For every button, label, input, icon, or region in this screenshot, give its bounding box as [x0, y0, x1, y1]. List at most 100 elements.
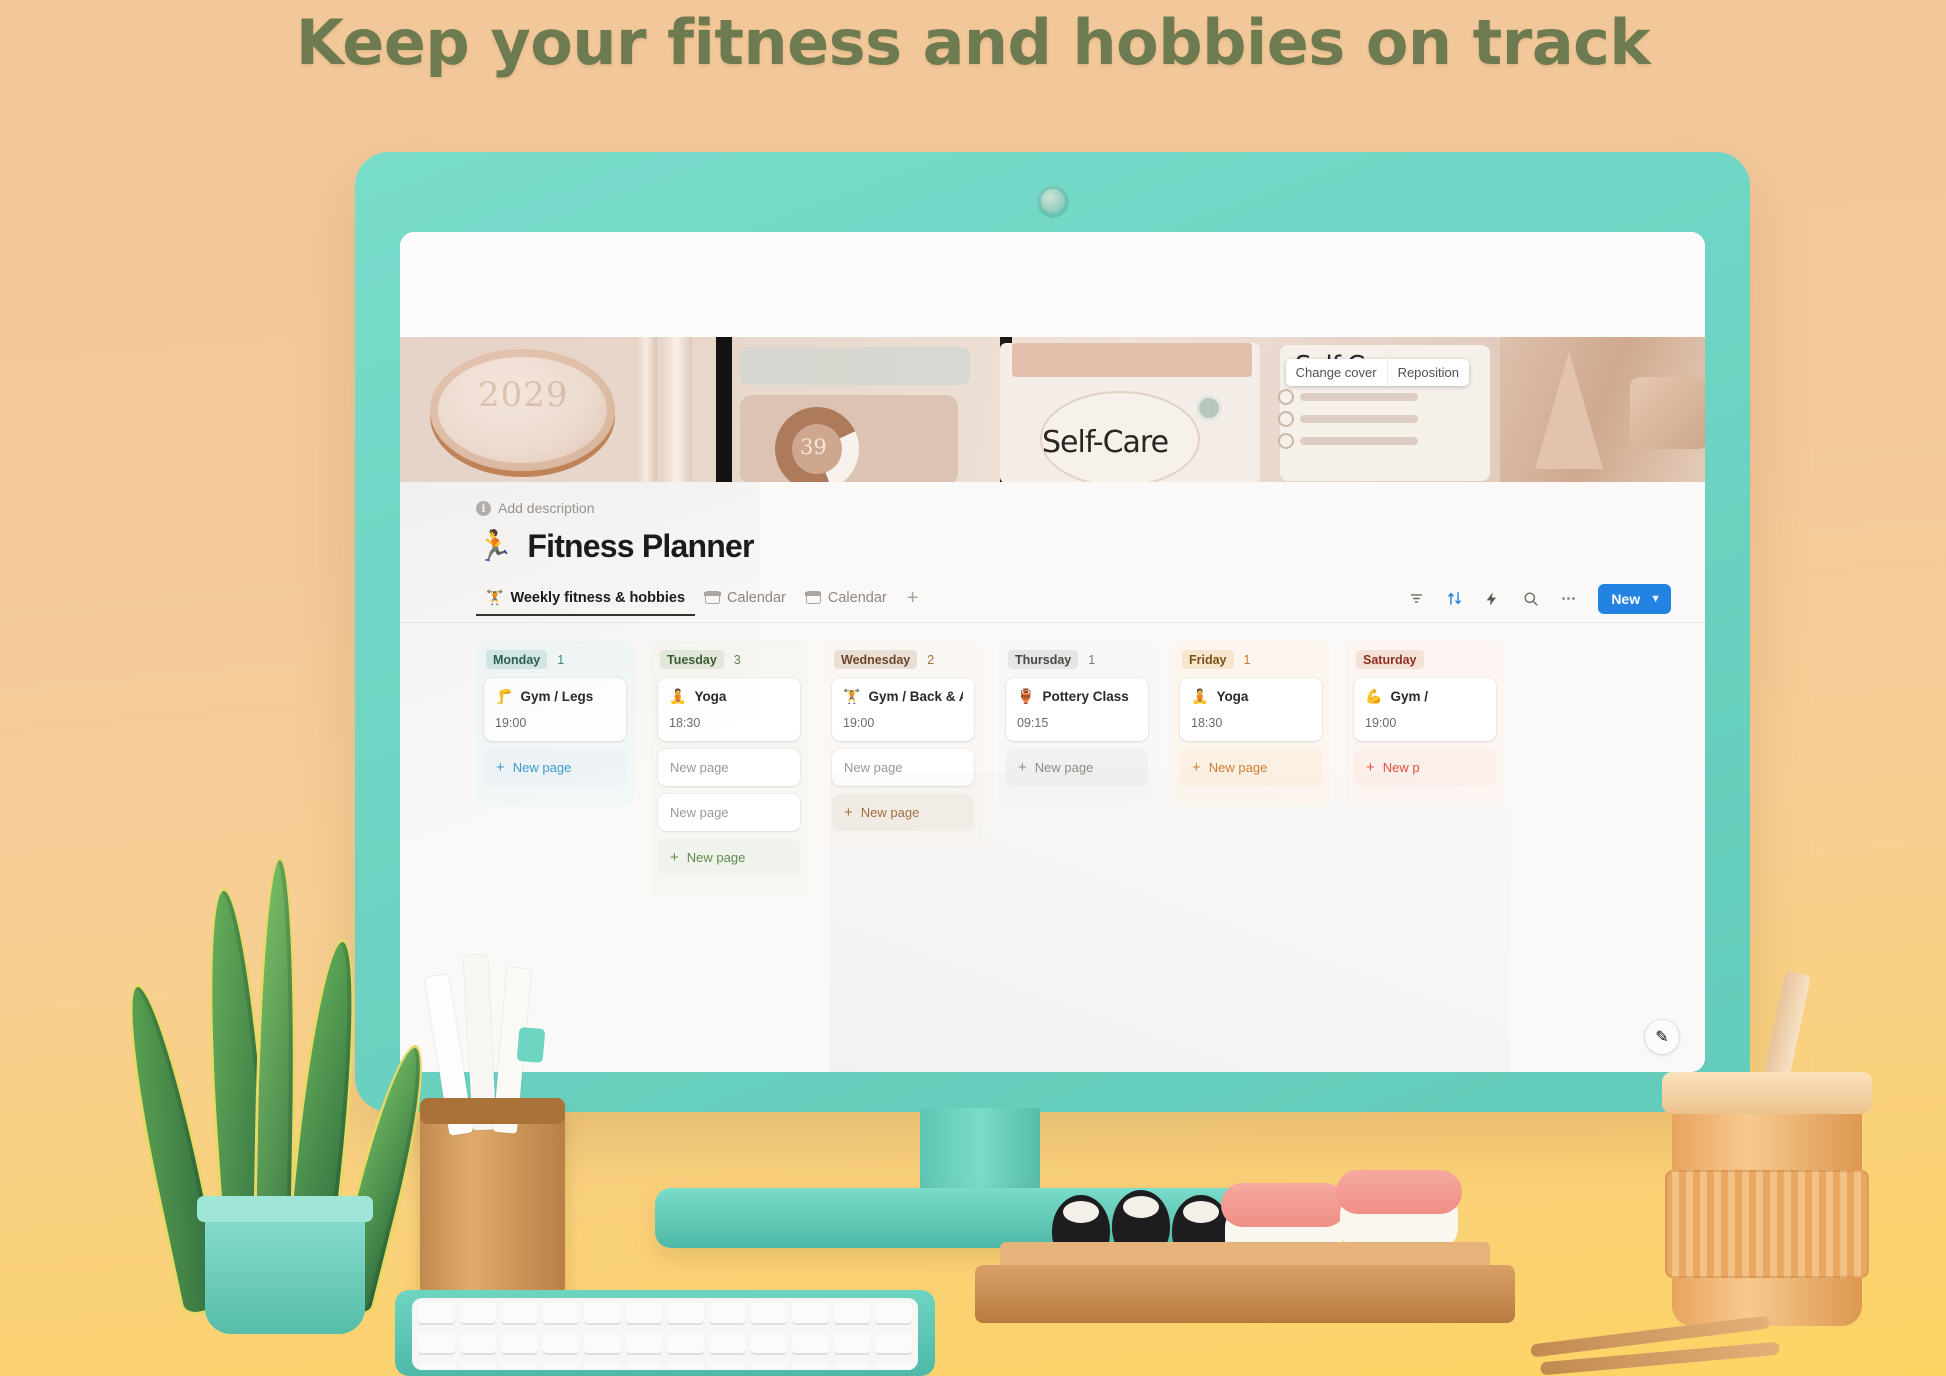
- page-headline: Keep your fitness and hobbies on track: [295, 6, 1651, 79]
- add-description-row[interactable]: i Add description: [476, 500, 1705, 516]
- card-time: 09:15: [1017, 716, 1049, 730]
- more-options-icon[interactable]: [1558, 589, 1578, 609]
- card-title-text: Gym / Back & Abs: [868, 689, 963, 704]
- new-page-button[interactable]: + New page: [1006, 749, 1148, 786]
- page-body: i Add description 🏃 Fitness Planner 🏋️ W…: [400, 482, 1705, 1072]
- plus-icon: +: [670, 849, 679, 866]
- column-header[interactable]: Thursday 1: [1006, 650, 1148, 669]
- lightning-icon[interactable]: [1482, 589, 1502, 609]
- app-top-chrome: [400, 232, 1705, 337]
- nigiri-salmon: [1336, 1170, 1462, 1214]
- add-view-button[interactable]: +: [897, 587, 929, 618]
- keyboard-keys: [412, 1298, 918, 1370]
- board-card[interactable]: 🏋️ Gym / Back & Abs 19:00: [832, 678, 974, 741]
- new-page-button[interactable]: + New page: [1180, 749, 1322, 786]
- board-card[interactable]: 💪 Gym / 19:00: [1354, 678, 1496, 741]
- column-header[interactable]: Friday 1: [1180, 650, 1322, 669]
- pencil-cup: [420, 1105, 565, 1300]
- plus-icon: +: [844, 804, 853, 821]
- board-card[interactable]: 🏺 Pottery Class 09:15: [1006, 678, 1148, 741]
- tab-calendar-2[interactable]: Calendar: [796, 590, 897, 616]
- cover-artwork: 2029 39 Self-Care Self-Care: [400, 337, 1705, 482]
- cover-art-lid-text: 2029: [478, 375, 569, 415]
- card-title: 🧘 Yoga: [669, 688, 789, 705]
- kanban-column-wednesday: Wednesday 2 🏋️ Gym / Back & Abs 19:00 New pag…: [824, 641, 982, 851]
- day-chip: Friday: [1182, 650, 1234, 669]
- kanban-column-monday: Monday 1 🦵 Gym / Legs 19:00 + New page: [476, 641, 634, 806]
- empty-page-card[interactable]: New page: [658, 749, 800, 786]
- board-card[interactable]: 🧘 Yoga 18:30: [658, 678, 800, 741]
- reposition-button[interactable]: Reposition: [1386, 359, 1469, 386]
- monitor-frame: 2029 39 Self-Care Self-Care: [355, 152, 1750, 1112]
- board-card[interactable]: 🧘 Yoga 18:30: [1180, 678, 1322, 741]
- running-person-icon[interactable]: 🏃: [476, 529, 513, 564]
- new-page-label: New page: [512, 760, 572, 775]
- new-page-button[interactable]: + New page: [832, 794, 974, 831]
- page-title-text[interactable]: Fitness Planner: [527, 528, 754, 565]
- card-time: 19:00: [495, 716, 527, 730]
- page-cover[interactable]: 2029 39 Self-Care Self-Care: [400, 337, 1705, 482]
- new-page-button[interactable]: + New page: [658, 839, 800, 876]
- day-chip: Wednesday: [834, 650, 918, 669]
- column-header[interactable]: Wednesday 2: [832, 650, 974, 669]
- plus-icon: +: [1018, 759, 1027, 776]
- empty-page-label: New page: [844, 760, 903, 775]
- help-assistant-icon[interactable]: ✎: [1645, 1020, 1679, 1054]
- plus-icon: +: [1192, 759, 1201, 776]
- kanban-column-tuesday: Tuesday 3 🧘 Yoga 18:30 New page New page + New p…: [650, 641, 808, 896]
- day-chip: Saturday: [1356, 650, 1424, 669]
- new-page-label: New page: [1034, 760, 1094, 775]
- change-cover-button[interactable]: Change cover: [1286, 359, 1387, 386]
- card-time: 19:00: [1365, 716, 1397, 730]
- new-page-button[interactable]: + New p: [1354, 749, 1496, 786]
- new-page-button[interactable]: + New page: [484, 749, 626, 786]
- add-description-label: Add description: [498, 500, 595, 516]
- tab-label: Calendar: [727, 589, 786, 606]
- chevron-down-icon[interactable]: ▼: [1650, 593, 1661, 605]
- column-header[interactable]: Monday 1: [484, 650, 626, 669]
- new-button[interactable]: New ▼: [1598, 583, 1671, 614]
- card-count: 2: [927, 652, 935, 667]
- tab-weekly-fitness-hobbies[interactable]: 🏋️ Weekly fitness & hobbies: [476, 589, 695, 616]
- kanban-column-thursday: Thursday 1 🏺 Pottery Class 09:15 + New page: [998, 641, 1156, 806]
- card-time: 18:30: [1191, 716, 1223, 730]
- day-chip: Thursday: [1008, 650, 1079, 669]
- pencil-cap: [516, 1026, 546, 1064]
- sort-icon[interactable]: [1444, 589, 1464, 609]
- new-page-label: New page: [1208, 760, 1268, 775]
- monitor-stand-neck: [920, 1108, 1040, 1190]
- card-emoji-icon: 💪: [1365, 688, 1383, 704]
- card-emoji-icon: 🦵: [495, 688, 513, 704]
- empty-page-label: New page: [670, 805, 729, 820]
- calendar-icon: [704, 591, 721, 604]
- card-title-text: Yoga: [694, 689, 727, 704]
- empty-page-card[interactable]: New page: [832, 749, 974, 786]
- tab-calendar-1[interactable]: Calendar: [695, 590, 796, 616]
- filter-icon[interactable]: [1406, 589, 1426, 609]
- webcam-icon: [1037, 186, 1068, 216]
- board-card[interactable]: 🦵 Gym / Legs 19:00: [484, 678, 626, 741]
- card-title: 🏺 Pottery Class: [1017, 688, 1137, 705]
- card-count: 3: [733, 652, 741, 667]
- column-header[interactable]: Saturday: [1354, 650, 1496, 669]
- search-icon[interactable]: [1520, 589, 1540, 609]
- card-title-text: Gym /: [1390, 689, 1428, 704]
- kanban-column-saturday: Saturday 💪 Gym / 19:00 + New p: [1346, 641, 1504, 806]
- calendar-icon: [805, 591, 822, 604]
- monitor-screen: 2029 39 Self-Care Self-Care: [400, 232, 1705, 1072]
- card-count: 1: [1088, 652, 1096, 667]
- cover-art-ring-value: 39: [800, 435, 827, 459]
- cover-art-selfcare-text: Self-Care: [1042, 425, 1169, 460]
- empty-page-label: New page: [670, 760, 729, 775]
- plus-icon: +: [496, 759, 505, 776]
- card-title-text: Gym / Legs: [520, 689, 594, 704]
- card-title: 🦵 Gym / Legs: [495, 688, 615, 705]
- card-time: 18:30: [669, 716, 701, 730]
- kanban-board: Monday 1 🦵 Gym / Legs 19:00 + New page Tuesday 3…: [400, 623, 1705, 896]
- view-tab-bar: 🏋️ Weekly fitness & hobbies Calendar Cal…: [400, 583, 1705, 623]
- new-button-label: New: [1611, 590, 1641, 607]
- card-title: 🧘 Yoga: [1191, 688, 1311, 705]
- column-header[interactable]: Tuesday 3: [658, 650, 800, 669]
- empty-page-card[interactable]: New page: [658, 794, 800, 831]
- info-icon: i: [476, 500, 491, 516]
